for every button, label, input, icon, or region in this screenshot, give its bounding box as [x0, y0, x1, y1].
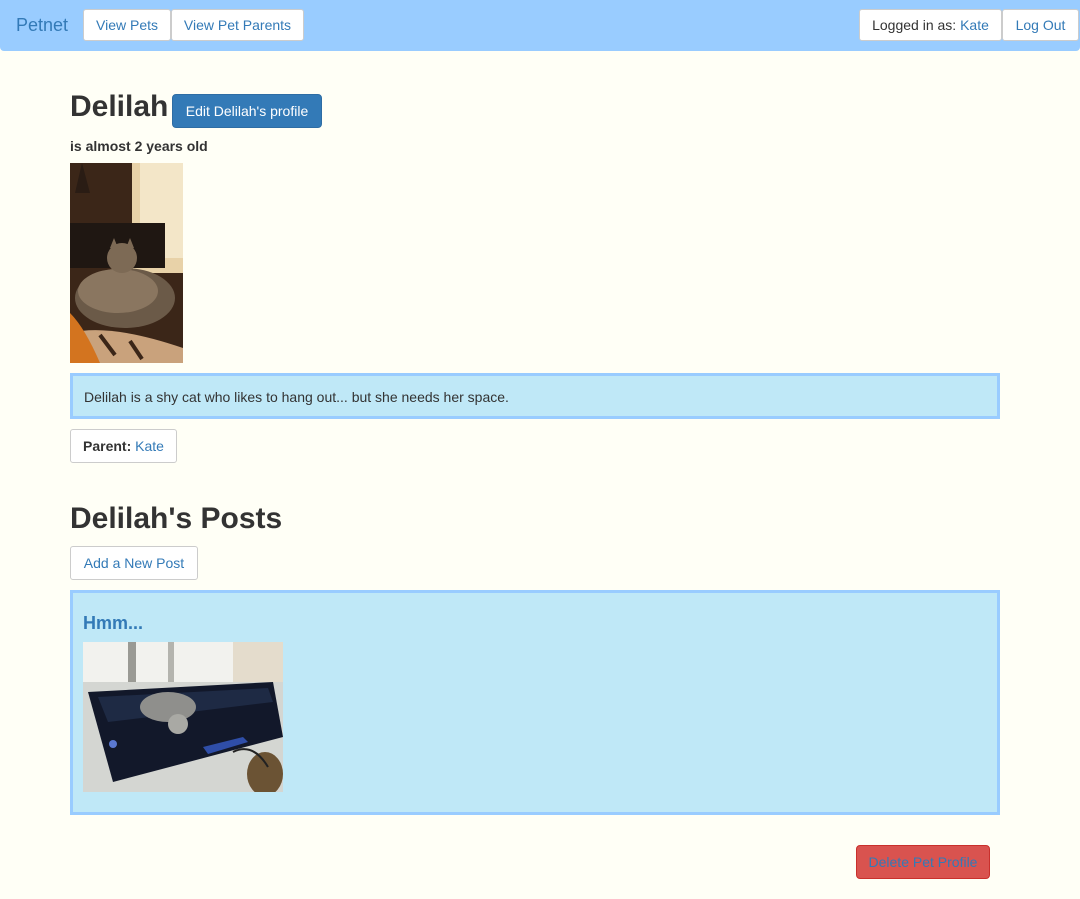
view-pets-button[interactable]: View Pets [83, 9, 171, 41]
pet-photo [70, 163, 183, 363]
parent-info: Parent: Kate [70, 429, 177, 463]
navbar: Petnet View Pets View Pet Parents Logged… [0, 0, 1080, 51]
logged-in-user-link[interactable]: Kate [960, 17, 989, 33]
pet-name-heading: Delilah [70, 90, 169, 123]
post-photo [83, 642, 283, 792]
view-pet-parents-button[interactable]: View Pet Parents [171, 9, 304, 41]
edit-profile-button[interactable]: Edit Delilah's profile [172, 94, 322, 128]
cat-photo-graphic [70, 163, 183, 363]
post-card: Hmm... [70, 590, 1000, 815]
post-photo-graphic [83, 642, 283, 792]
posts-heading: Delilah's Posts [70, 502, 283, 535]
pet-age: is almost 2 years old [70, 138, 208, 154]
parent-label: Parent: [83, 438, 132, 454]
add-new-post-button[interactable]: Add a New Post [70, 546, 198, 580]
logout-button[interactable]: Log Out [1002, 9, 1079, 41]
post-title-link[interactable]: Hmm... [83, 613, 143, 634]
brand-link[interactable]: Petnet [16, 15, 68, 36]
pet-description: Delilah is a shy cat who likes to hang o… [70, 373, 1000, 419]
parent-link[interactable]: Kate [135, 438, 164, 454]
delete-pet-profile-button[interactable]: Delete Pet Profile [856, 845, 990, 879]
logged-in-label: Logged in as: [872, 17, 957, 33]
logged-in-indicator: Logged in as: Kate [859, 9, 1002, 41]
